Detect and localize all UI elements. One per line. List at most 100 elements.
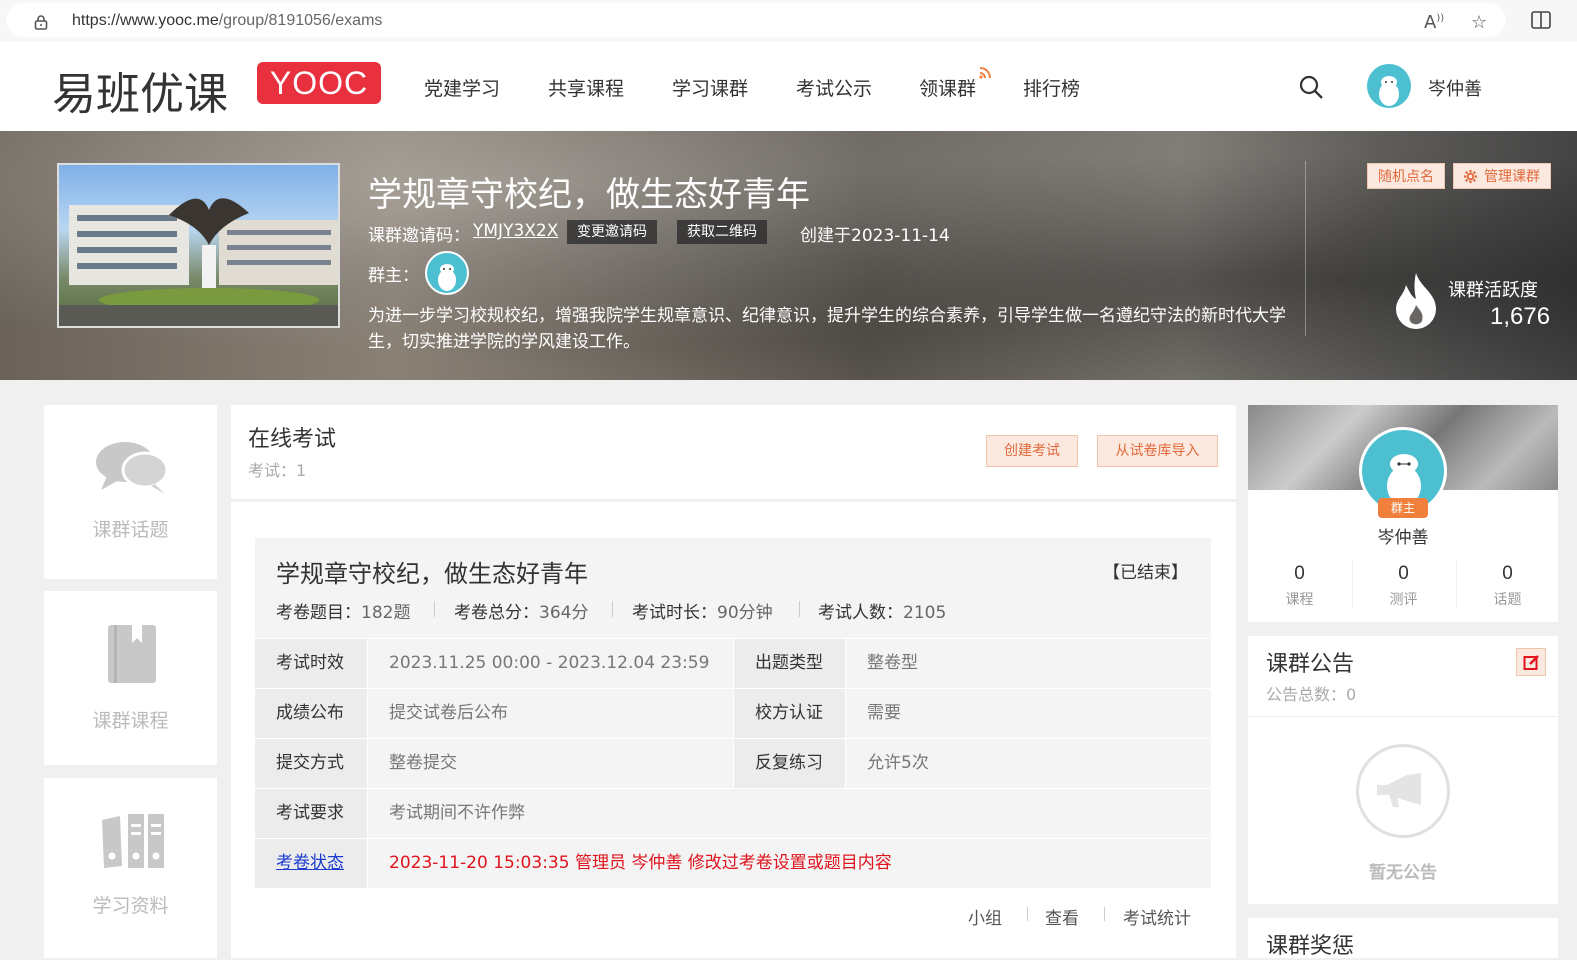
- browser-toolbar: https://www.yooc.me/group/8191056/exams …: [0, 0, 1577, 42]
- table-key: 考试时效: [255, 639, 367, 688]
- stat-topics[interactable]: 0 话题: [1456, 563, 1559, 609]
- notice-count: 公告总数：0: [1266, 685, 1357, 704]
- manage-group-button[interactable]: 管理课群: [1453, 163, 1551, 189]
- nav-claim-group[interactable]: 领课群: [919, 74, 976, 101]
- table-key: 校方认证: [734, 689, 845, 738]
- table-value: 提交试卷后公布: [368, 689, 733, 738]
- owner-badge: 群主: [1378, 498, 1428, 518]
- section-title: 在线考试: [248, 427, 337, 452]
- nav-shared-courses[interactable]: 共享课程: [548, 74, 624, 101]
- logo-badge[interactable]: YOOC: [257, 62, 381, 104]
- table-key: 提交方式: [255, 739, 367, 788]
- table-value: 考试期间不许作弊: [368, 789, 1211, 838]
- group-title: 学规章守校纪，做生态好青年: [368, 175, 810, 215]
- table-row: 考卷状态 2023-11-20 15:03:35 管理员 岑仲善 修改过考卷设置…: [255, 838, 1211, 888]
- group-notice-card: 课群公告 公告总数：0 暂无公告: [1248, 636, 1558, 904]
- table-value: 2023.11.25 00:00 - 2023.12.04 23:59: [368, 639, 733, 688]
- chat-bubbles-icon: [96, 442, 169, 494]
- score-label: 考卷总分：: [454, 603, 539, 623]
- url-text: https://www.yooc.me/group/8191056/exams: [72, 12, 382, 30]
- url-prefix: https://www.yooc.me: [72, 12, 219, 29]
- stat-assessments[interactable]: 0 测评: [1352, 563, 1455, 609]
- user-avatar[interactable]: [1367, 64, 1411, 108]
- owner-profile-card: 群主 岑仲善 0 课程 0 测评 0 话题: [1248, 405, 1558, 622]
- created-date: 创建于2023-11-14: [800, 226, 950, 246]
- meta-divider: [612, 601, 613, 617]
- megaphone-icon: [1356, 744, 1450, 838]
- nav-exam-notice[interactable]: 考试公示: [796, 74, 872, 101]
- table-key: 成绩公布: [255, 689, 367, 738]
- exam-section-header: 在线考试 考试：1 创建考试 从试卷库导入: [231, 405, 1236, 500]
- split-screen-icon[interactable]: [1531, 11, 1551, 29]
- stat-number: 0: [1294, 563, 1305, 584]
- view-link[interactable]: 查看: [1045, 904, 1079, 929]
- paper-status-cell: 考卷状态: [255, 839, 367, 888]
- rewards-title: 课群奖惩: [1266, 934, 1355, 959]
- favorite-star-icon[interactable]: ☆: [1471, 12, 1487, 33]
- change-invite-code-button[interactable]: 变更邀请码: [567, 220, 657, 244]
- stat-label: 课程: [1285, 592, 1314, 608]
- table-key: 出题类型: [734, 639, 845, 688]
- user-name[interactable]: 岑仲善: [1428, 75, 1482, 101]
- action-divider: [1104, 907, 1105, 921]
- meta-divider: [799, 601, 800, 617]
- binders-icon: [102, 814, 164, 868]
- table-value: 整卷提交: [368, 739, 733, 788]
- duration-label: 考试时长：: [632, 603, 717, 623]
- invite-code[interactable]: YMJY3X2X: [473, 221, 558, 241]
- questions-label: 考卷题目：: [276, 603, 361, 623]
- stat-label: 测评: [1389, 592, 1418, 608]
- book-icon: [108, 625, 156, 683]
- group-link[interactable]: 小组: [968, 904, 1002, 929]
- sidebar-item-label: 课群话题: [92, 519, 169, 541]
- table-key: 考试要求: [255, 789, 367, 838]
- url-path: /group/8191056/exams: [218, 12, 383, 29]
- meta-divider: [434, 601, 435, 617]
- stat-number: 0: [1502, 563, 1513, 584]
- read-aloud-icon[interactable]: A)): [1424, 12, 1444, 33]
- sidebar-item-topics[interactable]: 课群话题: [44, 405, 217, 579]
- table-row: 提交方式 整卷提交 反复练习 允许5次: [255, 738, 1211, 788]
- get-qrcode-button[interactable]: 获取二维码: [677, 220, 767, 244]
- logo-text[interactable]: 易班优课: [52, 58, 228, 122]
- group-cover-image: [57, 163, 340, 328]
- invite-code-label: 课群邀请码：: [368, 226, 470, 246]
- random-call-button[interactable]: 随机点名: [1367, 163, 1445, 189]
- table-row: 考试要求 考试期间不许作弊: [255, 788, 1211, 838]
- stat-courses[interactable]: 0 课程: [1248, 563, 1351, 609]
- exam-score: 考卷总分：364分: [454, 598, 588, 623]
- activity-label: 课群活跃度: [1448, 280, 1538, 301]
- import-from-bank-button[interactable]: 从试卷库导入: [1097, 435, 1218, 467]
- nav-party-study[interactable]: 党建学习: [424, 74, 500, 101]
- owner-avatar[interactable]: [425, 251, 469, 295]
- nav-ranking[interactable]: 排行榜: [1023, 74, 1080, 101]
- create-exam-button[interactable]: 创建考试: [986, 435, 1078, 467]
- exam-count: 考试：1: [248, 461, 307, 480]
- people-label: 考试人数：: [818, 603, 903, 623]
- exam-duration: 考试时长：90分钟: [632, 598, 773, 623]
- group-rewards-card: 课群奖惩: [1248, 918, 1558, 959]
- edit-notice-button[interactable]: [1516, 648, 1546, 676]
- table-row: 成绩公布 提交试卷后公布 校方认证 需要: [255, 688, 1211, 738]
- notice-divider: [1248, 716, 1558, 717]
- edit-icon: [1523, 655, 1539, 670]
- fire-icon: [1396, 273, 1436, 329]
- nav-study-groups[interactable]: 学习课群: [672, 74, 748, 101]
- search-icon[interactable]: [1298, 74, 1324, 100]
- exam-stats-link[interactable]: 考试统计: [1123, 904, 1191, 929]
- sidebar-item-materials[interactable]: 学习资料: [44, 778, 217, 958]
- table-value: 需要: [846, 689, 1211, 738]
- lock-icon: [34, 15, 48, 30]
- profile-name[interactable]: 岑仲善: [1248, 523, 1558, 548]
- manage-group-label: 管理课群: [1484, 169, 1540, 185]
- site-header: 易班优课 YOOC 党建学习 共享课程 学习课群 考试公示 领课群 排行榜 岑仲…: [0, 42, 1577, 131]
- empty-notice-text: 暂无公告: [1369, 863, 1437, 883]
- exam-title[interactable]: 学规章守校纪，做生态好青年: [276, 554, 588, 589]
- exam-list: 学规章守校纪，做生态好青年 【已结束】 考卷题目：182题 考卷总分：364分 …: [231, 502, 1236, 958]
- sidebar-item-label: 课群课程: [92, 710, 169, 732]
- people-value: 2105: [903, 603, 947, 623]
- questions-value: 182题: [361, 603, 411, 623]
- address-bar[interactable]: https://www.yooc.me/group/8191056/exams …: [6, 3, 1506, 37]
- sidebar-item-courses[interactable]: 课群课程: [44, 591, 217, 765]
- paper-status-link[interactable]: 考卷状态: [276, 853, 344, 873]
